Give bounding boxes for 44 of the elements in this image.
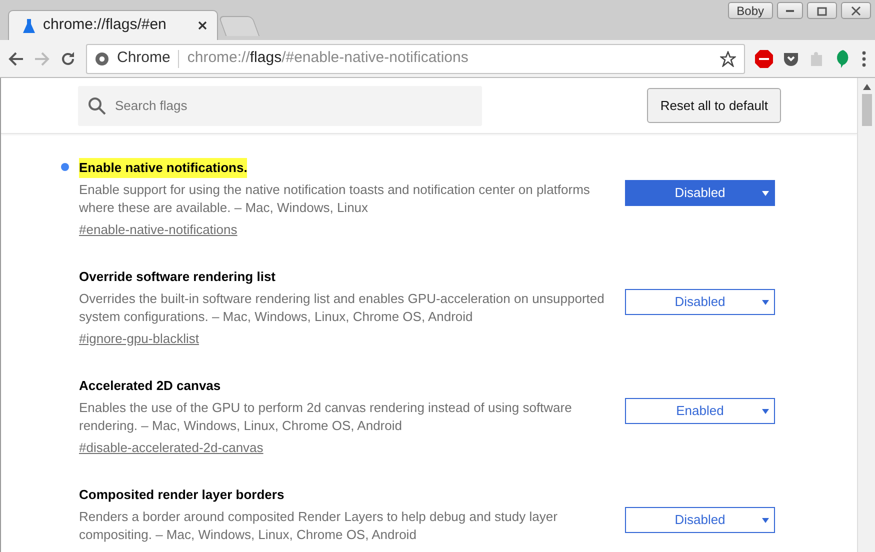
flag-title: Override software rendering list: [79, 268, 276, 286]
search-field[interactable]: Search flags: [78, 86, 482, 126]
flag-link[interactable]: #disable-accelerated-2d-canvas: [79, 438, 264, 457]
chat-bubble-icon[interactable]: [835, 50, 851, 68]
flag-dropdown[interactable]: Disabled: [625, 289, 775, 315]
flag-description: Overrides the built-in software rendering list and enables GPU-acceleration on unsupported system configurations. – Mac, Windows, Linux, Chrome OS, Android: [79, 290, 606, 326]
scrollbar[interactable]: [857, 78, 875, 552]
flag-title: Accelerated 2D canvas: [79, 377, 221, 395]
url-text: chrome://flags/#enable-native-notifications: [187, 48, 470, 68]
star-icon[interactable]: [720, 50, 736, 66]
stop-sign-icon[interactable]: [755, 50, 773, 68]
address-bar[interactable]: Chrome chrome://flags/#enable-native-notifications: [86, 44, 745, 74]
caret-icon: [762, 408, 769, 414]
flag-title: Composited render layer borders: [79, 486, 284, 504]
browser-tab[interactable]: chrome://flags/#en: [8, 10, 218, 40]
flag-title: Enable native notifications.: [79, 158, 248, 178]
minimize-icon: [786, 10, 794, 12]
window-maximize-button[interactable]: [807, 2, 837, 19]
flag-dropdown[interactable]: Enabled: [625, 398, 775, 424]
reset-button[interactable]: Reset all to default: [647, 88, 781, 124]
caret-icon: [762, 190, 769, 196]
user-profile-button[interactable]: Boby: [728, 2, 773, 19]
scroll-thumb[interactable]: [862, 94, 872, 126]
flag-description: Enable support for using the native notification toasts and notification center on platforms where these are available. – Mac, Windows, Linux: [79, 180, 591, 216]
close-icon[interactable]: [198, 21, 207, 30]
pocket-icon[interactable]: [783, 50, 799, 66]
site-label: Chrome: [117, 48, 170, 68]
maximize-icon: [816, 6, 828, 16]
flag-link[interactable]: #ignore-gpu-blacklist: [79, 328, 199, 348]
back-icon[interactable]: [8, 50, 24, 66]
flag-dropdown[interactable]: Disabled: [625, 507, 775, 533]
caret-icon: [762, 518, 769, 522]
caret-icon: [762, 300, 769, 304]
close-icon: [850, 6, 862, 16]
reload-icon[interactable]: [60, 50, 76, 66]
flag-description: Enables the use of the GPU to perform 2d canvas rendering instead of using software rendering. – Mac, Windows, Linux, Chrome OS, Android: [79, 398, 573, 434]
flask-icon: [23, 18, 35, 32]
flag-link[interactable]: #enable-native-notifications: [79, 220, 238, 239]
menu-icon[interactable]: [861, 50, 867, 66]
window-close-button[interactable]: [841, 2, 871, 19]
window-minimize-button[interactable]: [777, 2, 803, 19]
flag-dropdown[interactable]: Disabled: [625, 180, 775, 206]
flag-description: Renders a border around composited Render Layers to help debug and study layer compositing. – Mac, Windows, Linux, Chrome OS, Android: [79, 508, 558, 544]
scroll-up-icon[interactable]: [862, 84, 870, 90]
